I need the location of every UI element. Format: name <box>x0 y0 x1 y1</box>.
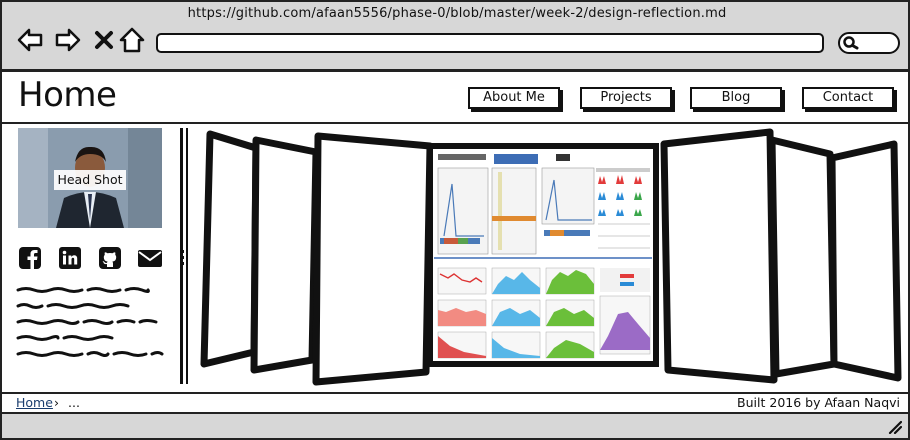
breadcrumb-ellipsis: ... <box>68 395 80 410</box>
close-icon[interactable] <box>90 26 118 54</box>
bio-text-placeholder <box>16 287 164 357</box>
home-icon[interactable] <box>118 26 146 54</box>
resize-grip-icon[interactable] <box>888 420 902 434</box>
splitter-handle[interactable] <box>180 250 186 266</box>
address-bar[interactable] <box>156 33 824 53</box>
carousel-panel-right-3 <box>828 140 902 382</box>
linkedin-icon[interactable] <box>58 246 82 270</box>
main-content: Head Shot <box>0 124 910 392</box>
breadcrumb-separator-icon: › <box>54 395 59 410</box>
facebook-icon[interactable] <box>18 246 42 270</box>
url-text: https://github.com/afaan5556/phase-0/blo… <box>187 6 727 21</box>
search-icon <box>843 36 859 50</box>
carousel-panel-right-2 <box>768 136 838 378</box>
site-footer: Home › ... Built 2016 by Afaan Naqvi <box>0 392 910 412</box>
headshot-image: Head Shot <box>18 128 162 228</box>
footer-credit: Built 2016 by Afaan Naqvi <box>737 395 900 410</box>
carousel-panel-left-1 <box>312 132 434 386</box>
site-header: Home About Me Projects Blog Contact <box>0 72 910 124</box>
breadcrumb-home-link[interactable]: Home <box>16 395 53 410</box>
sidebar-divider-inner <box>186 128 188 384</box>
nav-projects-button[interactable]: Projects <box>580 87 672 109</box>
nav-about-me-button[interactable]: About Me <box>468 87 560 109</box>
page-title: Home <box>18 75 117 115</box>
browser-search-box[interactable] <box>838 32 900 54</box>
carousel-panel-right-1 <box>660 128 778 384</box>
github-icon[interactable] <box>98 246 122 270</box>
browser-chrome: https://github.com/afaan5556/phase-0/blo… <box>0 0 910 72</box>
headshot-label: Head Shot <box>54 170 126 190</box>
carousel-center-image <box>427 143 659 367</box>
forward-arrow-icon[interactable] <box>54 26 82 54</box>
carousel-panel-left-2 <box>250 136 320 374</box>
sidebar: Head Shot <box>2 124 180 392</box>
image-carousel[interactable] <box>194 124 908 392</box>
nav-contact-button[interactable]: Contact <box>802 87 894 109</box>
browser-status-bar <box>0 412 910 440</box>
carousel-panel-left-3 <box>200 130 260 368</box>
nav-blog-button[interactable]: Blog <box>690 87 782 109</box>
email-icon[interactable] <box>136 246 164 270</box>
back-arrow-icon[interactable] <box>16 26 44 54</box>
